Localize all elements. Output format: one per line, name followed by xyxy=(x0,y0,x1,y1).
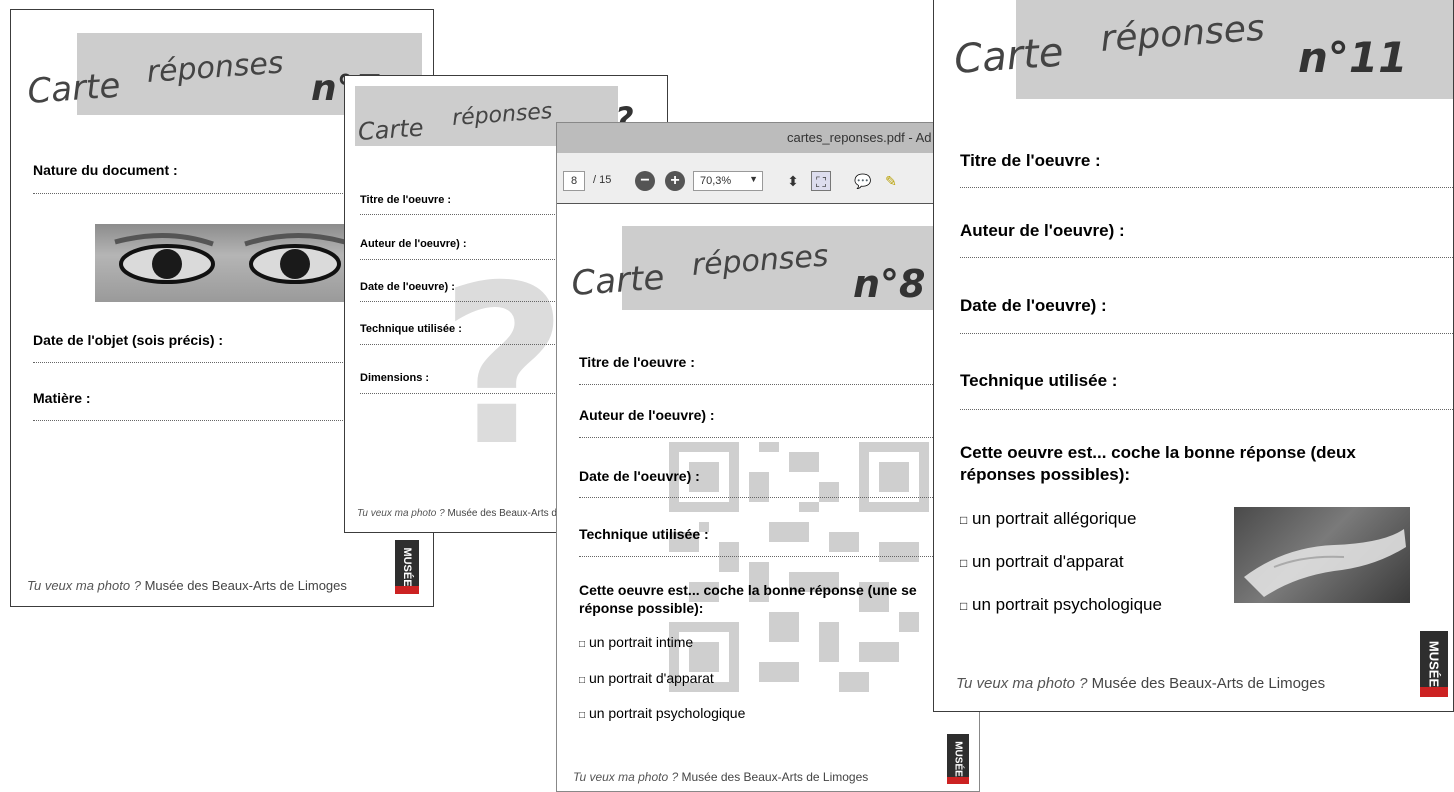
hand-photo xyxy=(1234,507,1410,603)
museum-logo: MUSÉE xyxy=(947,734,969,784)
highlight-icon[interactable]: ✎ xyxy=(881,171,901,191)
card-11-carte: Carte xyxy=(952,29,1065,83)
card-7-carte: Carte xyxy=(26,65,122,112)
card-7-field-nature: Nature du document : xyxy=(33,162,178,178)
card-8-line xyxy=(579,437,979,438)
card-11-question-l2: réponses possibles): xyxy=(960,465,1131,484)
card-8-footer: Tu veux ma photo ? Musée des Beaux-Arts … xyxy=(573,770,868,784)
museum-logo: MUSÉE xyxy=(395,540,419,594)
pdf-toolbar: 8 / 15 − + 70,3% ▼ ⬍ ⛶ 💬 ✎ xyxy=(557,153,979,204)
footer-italic: Tu veux ma photo ? xyxy=(357,508,445,519)
card-11-line xyxy=(960,333,1453,334)
pdf-title: cartes_reponses.pdf - Ad xyxy=(787,130,932,145)
card-8-carte: Carte xyxy=(570,257,666,304)
footer-italic: Tu veux ma photo ? xyxy=(573,770,679,784)
card-8-option[interactable]: □ un portrait d'apparat xyxy=(579,670,714,686)
card-11-footer: Tu veux ma photo ? Musée des Beaux-Arts … xyxy=(956,675,1325,692)
card-11-number: n°11 xyxy=(1298,33,1408,82)
card-11-question-l1: Cette oeuvre est... coche la bonne répon… xyxy=(960,443,1356,462)
card-8-page: Carte réponses n°8 Titre de l'oeuvre : A… xyxy=(557,203,979,791)
zoom-value: 70,3% xyxy=(700,175,732,187)
fit-width-icon[interactable]: ⬍ xyxy=(783,171,803,191)
card-question-field-dimensions: Dimensions : xyxy=(360,372,430,384)
card-question-field-technique: Technique utilisée : xyxy=(360,323,462,335)
footer-museum: Musée des Beaux-Arts de Limoges xyxy=(681,770,869,784)
fit-page-icon[interactable]: ⛶ xyxy=(811,171,831,191)
card-8-line xyxy=(579,497,979,498)
chevron-down-icon: ▼ xyxy=(749,174,758,184)
page-total: / 15 xyxy=(593,174,612,186)
pdf-titlebar: cartes_reponses.pdf - Ad xyxy=(557,123,979,153)
question-mark: ? xyxy=(440,238,568,494)
comment-icon[interactable]: 💬 xyxy=(853,171,873,191)
footer-museum: Musée des Beaux-Arts de Limoges xyxy=(144,578,347,593)
page-number-input[interactable]: 8 xyxy=(563,171,585,191)
card-8-question-l1: Cette oeuvre est... coche la bonne répon… xyxy=(579,582,917,598)
card-8-option[interactable]: □ un portrait psychologique xyxy=(579,705,745,721)
card-8-line xyxy=(579,384,979,385)
card-8-option[interactable]: □ un portrait intime xyxy=(579,634,693,650)
qr-code xyxy=(669,442,929,692)
museum-logo: MUSÉE xyxy=(1420,631,1448,697)
card-7-field-matiere: Matière : xyxy=(33,390,91,406)
footer-italic: Tu veux ma photo ? xyxy=(956,675,1088,692)
card-11-option[interactable]: □ un portrait d'apparat xyxy=(960,552,1124,572)
card-11-line xyxy=(960,257,1453,258)
eyes-photo xyxy=(95,224,355,302)
card-8-field-technique: Technique utilisée : xyxy=(579,526,709,542)
card-8-question-l2: réponse possible): xyxy=(579,600,704,616)
card-8-number: n°8 xyxy=(853,262,926,306)
card-11-field-date: Date de l'oeuvre) : xyxy=(960,296,1107,315)
card-11-field-technique: Technique utilisée : xyxy=(960,371,1118,390)
card-question-field-titre: Titre de l'oeuvre : xyxy=(360,194,452,206)
card-8-line xyxy=(579,556,979,557)
card-8-field-date: Date de l'oeuvre) : xyxy=(579,468,700,484)
card-11-field-titre: Titre de l'oeuvre : xyxy=(960,151,1101,170)
card-11: Carte réponses n°11 Titre de l'oeuvre : … xyxy=(933,0,1454,712)
card-question-field-date: Date de l'oeuvre) : xyxy=(360,281,455,293)
card-11-field-auteur: Auteur de l'oeuvre) : xyxy=(960,221,1125,240)
card-11-line xyxy=(960,187,1453,188)
card-question-field-auteur: Auteur de l'oeuvre) : xyxy=(360,238,467,250)
zoom-in-icon[interactable]: + xyxy=(665,171,685,191)
card-7-field-date: Date de l'objet (sois précis) : xyxy=(33,332,224,348)
card-8-field-auteur: Auteur de l'oeuvre) : xyxy=(579,407,715,423)
zoom-select[interactable]: 70,3% ▼ xyxy=(693,171,763,191)
card-11-line xyxy=(960,409,1453,410)
pdf-window: cartes_reponses.pdf - Ad 8 / 15 − + 70,3… xyxy=(556,122,980,792)
footer-museum: Musée des Beaux-Arts de Limoges xyxy=(1091,675,1326,692)
zoom-out-icon[interactable]: − xyxy=(635,171,655,191)
card-question-carte: Carte xyxy=(357,113,425,146)
card-7-footer: Tu veux ma photo ? Musée des Beaux-Arts … xyxy=(27,578,347,593)
card-11-option[interactable]: □ un portrait psychologique xyxy=(960,595,1162,615)
card-8-field-titre: Titre de l'oeuvre : xyxy=(579,354,695,370)
footer-italic: Tu veux ma photo ? xyxy=(27,578,141,593)
card-11-option[interactable]: □ un portrait allégorique xyxy=(960,509,1136,529)
